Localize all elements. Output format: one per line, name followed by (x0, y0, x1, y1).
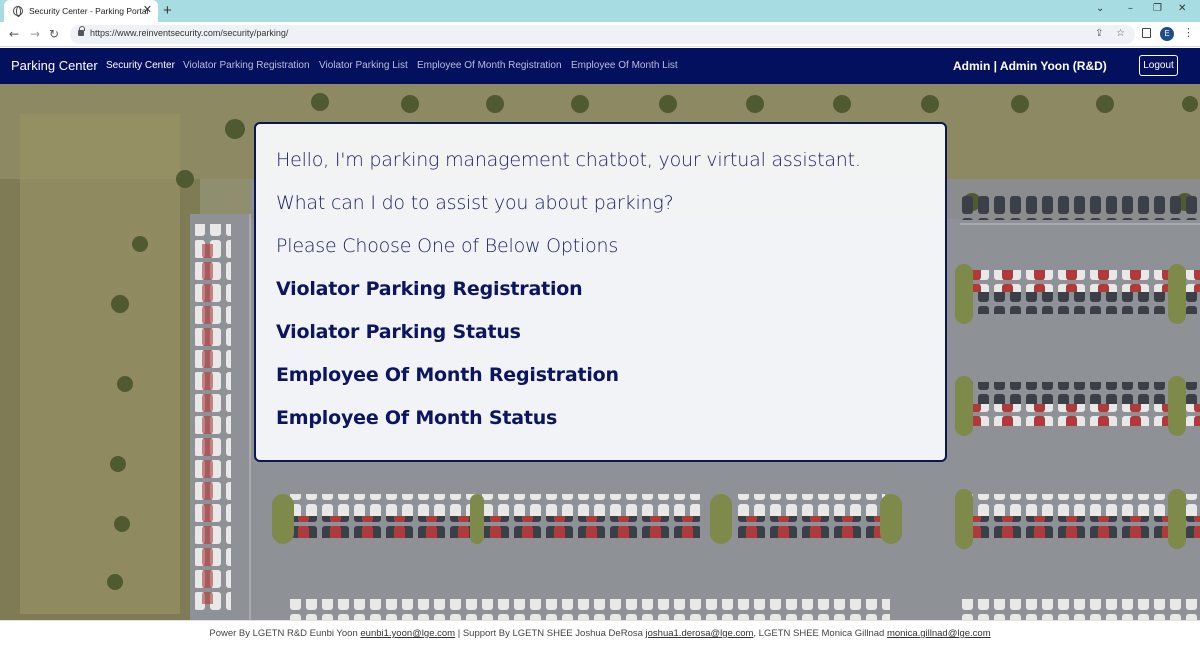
side-panel-icon[interactable] (1142, 28, 1151, 38)
page-footer: Power By LGETN R&D Eunbi Yoon eunbi1.yoo… (0, 620, 1200, 645)
nav-violator-parking-registration[interactable]: Violator Parking Registration (183, 60, 310, 71)
nav-employee-of-month-registration[interactable]: Employee Of Month Registration (417, 60, 562, 71)
share-icon[interactable]: ⇪ (1095, 28, 1103, 39)
browser-window: Security Center - Parking Portal ✕ + ⌄ –… (0, 0, 1200, 645)
restore-icon[interactable]: ❐ (1153, 3, 1162, 14)
option-violator-parking-status[interactable]: Violator Parking Status (276, 321, 521, 343)
app-navbar: Parking Center Security Center Violator … (0, 48, 1200, 84)
globe-icon (13, 6, 23, 17)
bookmark-star-icon[interactable]: ☆ (1116, 28, 1125, 39)
footer-email-link-2[interactable]: joshua1.derosa@lge.com (646, 628, 754, 639)
close-window-icon[interactable]: ✕ (1178, 3, 1186, 14)
brand-title[interactable]: Parking Center (11, 58, 98, 73)
user-info: Admin | Admin Yoon (R&D) (953, 59, 1107, 73)
footer-email-link-1[interactable]: eunbi1.yoon@lge.com (360, 628, 455, 639)
reload-icon[interactable]: ↻ (49, 27, 59, 41)
chatbot-instruction: Please Choose One of Below Options (276, 235, 619, 257)
nav-violator-parking-list[interactable]: Violator Parking List (319, 60, 408, 71)
tab-search-icon[interactable]: ⌄ (1096, 3, 1104, 14)
tab-title: Security Center - Parking Portal (29, 6, 149, 16)
footer-email-link-3[interactable]: monica.gillnad@lge.com (887, 628, 991, 639)
chatbot-greeting: Hello, I'm parking management chatbot, y… (276, 149, 861, 171)
chatbot-card: Hello, I'm parking management chatbot, y… (254, 122, 947, 462)
lock-icon[interactable] (78, 26, 85, 36)
close-tab-icon[interactable]: ✕ (143, 4, 152, 16)
address-bar: ← → ↻ https://www.reinventsecurity.com/s… (0, 22, 1200, 47)
option-employee-of-month-status[interactable]: Employee Of Month Status (276, 407, 557, 429)
back-icon[interactable]: ← (9, 27, 19, 41)
footer-text-3: , LGETN SHEE Monica Gillnad (753, 628, 887, 639)
url-text: https://www.reinventsecurity.com/securit… (90, 28, 289, 38)
footer-text-2: | Support By LGETN SHEE Joshua DeRosa (455, 628, 646, 639)
nav-security-center[interactable]: Security Center (106, 60, 175, 71)
footer-text-1: Power By LGETN R&D Eunbi Yoon (209, 628, 361, 639)
browser-tab[interactable]: Security Center - Parking Portal ✕ (4, 0, 158, 22)
option-violator-parking-registration[interactable]: Violator Parking Registration (276, 278, 583, 300)
tab-strip: Security Center - Parking Portal ✕ + ⌄ –… (0, 0, 1200, 22)
more-menu-icon[interactable]: ⋮ (1183, 26, 1194, 39)
nav-employee-of-month-list[interactable]: Employee Of Month List (571, 60, 678, 71)
profile-avatar[interactable]: E (1160, 27, 1174, 41)
footer-credits: Power By LGETN R&D Eunbi Yoon eunbi1.yoo… (0, 621, 1200, 646)
option-employee-of-month-registration[interactable]: Employee Of Month Registration (276, 364, 619, 386)
chatbot-question: What can I do to assist you about parkin… (276, 192, 674, 214)
logout-button[interactable]: Logout (1139, 55, 1178, 76)
new-tab-icon[interactable]: + (163, 2, 172, 19)
minimize-icon[interactable]: – (1128, 3, 1133, 14)
url-field[interactable]: https://www.reinventsecurity.com/securit… (70, 25, 1135, 44)
forward-icon[interactable]: → (30, 27, 40, 41)
